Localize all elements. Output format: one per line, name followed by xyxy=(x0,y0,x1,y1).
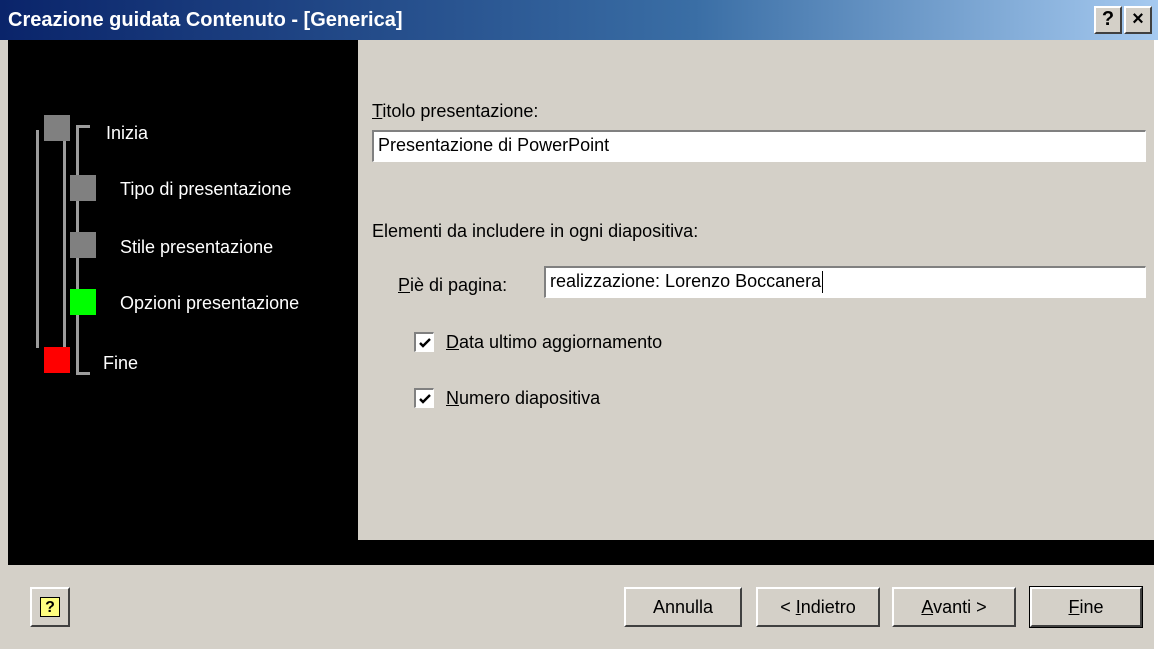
slide-number-checkbox-label[interactable]: Numero diapositiva xyxy=(446,387,600,409)
step-connector-line xyxy=(63,130,66,360)
checkmark-icon xyxy=(419,394,431,404)
window-right-edge xyxy=(1154,40,1158,649)
window-title: Creazione guidata Contenuto - [Generica] xyxy=(8,9,403,31)
step-marker-fine xyxy=(44,347,70,373)
elements-section-label: Elementi da includere in ogni diapositiv… xyxy=(372,221,699,241)
step-connector-line xyxy=(36,130,39,348)
title-help-button[interactable]: ? xyxy=(1094,6,1122,34)
slide-number-checkbox[interactable] xyxy=(414,388,434,408)
help-icon: ? xyxy=(40,597,60,617)
cancel-button[interactable]: Annulla xyxy=(624,587,742,627)
footer-input-value: realizzazione: Lorenzo Boccanera xyxy=(550,271,822,291)
step-marker-inizia xyxy=(44,115,70,141)
title-bar: Creazione guidata Contenuto - [Generica]… xyxy=(0,0,1158,40)
panel-bottom-strip xyxy=(358,540,1158,565)
step-label-stile[interactable]: Stile presentazione xyxy=(120,236,273,258)
step-label-inizia[interactable]: Inizia xyxy=(106,122,148,144)
options-pane: Titolo presentazione: Presentazione di P… xyxy=(358,40,1158,540)
next-button[interactable]: Avanti > xyxy=(892,587,1016,627)
step-marker-opzioni xyxy=(70,289,96,315)
step-label-tipo[interactable]: Tipo di presentazione xyxy=(120,178,291,200)
back-button[interactable]: < Indietro xyxy=(756,587,880,627)
title-input[interactable]: Presentazione di PowerPoint xyxy=(372,130,1146,162)
finish-button[interactable]: Fine xyxy=(1029,586,1143,628)
text-caret xyxy=(822,271,824,294)
date-checkbox[interactable] xyxy=(414,332,434,352)
steps-panel: Inizia Tipo di presentazione Stile prese… xyxy=(8,40,358,565)
step-label-opzioni[interactable]: Opzioni presentazione xyxy=(120,292,299,314)
step-connector-line xyxy=(76,372,90,375)
close-button[interactable]: × xyxy=(1124,6,1152,34)
step-connector-line xyxy=(76,125,90,128)
footer-input[interactable]: realizzazione: Lorenzo Boccanera xyxy=(544,266,1146,298)
checkmark-icon xyxy=(419,338,431,348)
title-field-label: Titolo presentazione: xyxy=(372,101,539,121)
date-checkbox-label[interactable]: Data ultimo aggiornamento xyxy=(446,331,662,353)
step-marker-tipo xyxy=(70,175,96,201)
step-label-fine[interactable]: Fine xyxy=(103,352,138,374)
footer-field-label: Piè di pagina: xyxy=(398,275,508,295)
help-button[interactable]: ? xyxy=(30,587,70,627)
step-marker-stile xyxy=(70,232,96,258)
